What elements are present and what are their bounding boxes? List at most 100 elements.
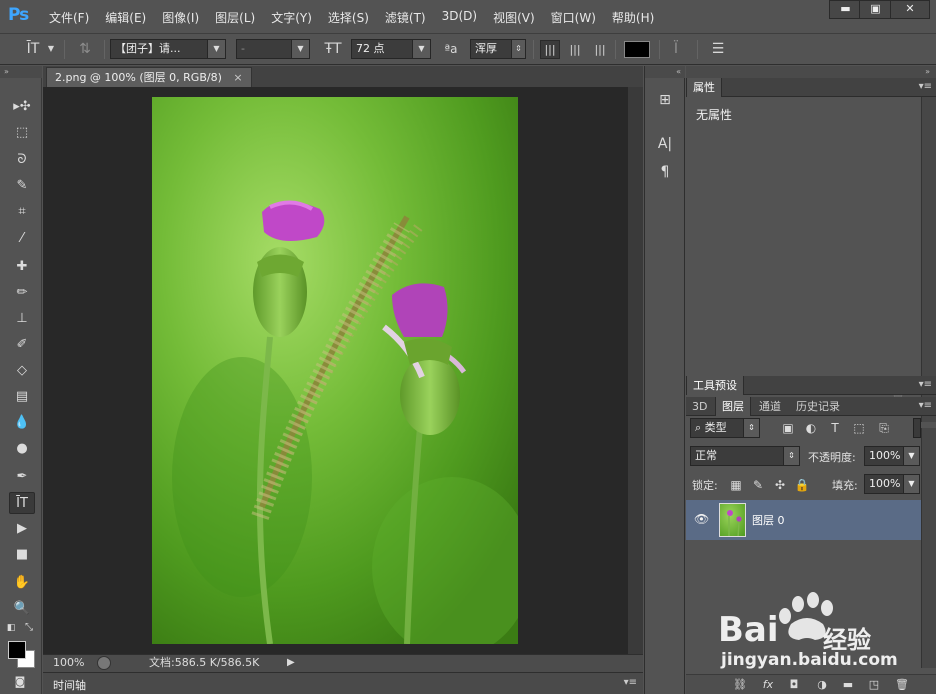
dodge-tool-icon[interactable]: ● [9,438,35,460]
filter-pixel-icon[interactable]: ▣ [780,420,796,436]
align-left-icon[interactable]: ||| [540,40,560,59]
tool-presets-icon[interactable]: ⊞ [654,90,676,110]
quick-mask-icon[interactable]: ◙ [9,673,31,691]
crop-tool-icon[interactable]: ⌗ [9,201,35,223]
marquee-tool-icon[interactable]: ⬚ [9,122,35,144]
rectangle-tool-icon[interactable]: ■ [9,544,35,566]
expand-icon[interactable]: « [645,66,685,78]
tab-3d[interactable]: 3D [686,397,713,416]
type-tool-preset-icon[interactable]: ĪT [22,39,44,59]
menu-view[interactable]: 视图(V) [493,9,535,26]
maximize-button[interactable]: ▣ [859,0,892,19]
new-layer-icon[interactable]: ◳ [866,677,882,693]
properties-scrollbar[interactable] [921,97,936,422]
filter-smart-object-icon[interactable]: ⎘ [876,420,892,436]
zoom-level[interactable]: 100% [53,655,84,671]
align-center-icon[interactable]: ||| [565,40,585,60]
menu-layer[interactable]: 图层(L) [215,9,255,26]
text-orientation-icon[interactable]: ⇅ [74,39,96,59]
preset-dropdown-icon[interactable]: ▼ [46,39,56,59]
adjustment-layer-icon[interactable]: ◑ [814,677,830,693]
menu-select[interactable]: 选择(S) [328,9,369,26]
trash-icon[interactable]: 🗑 [894,677,910,693]
collapse-icon[interactable]: » [686,66,936,78]
menu-window[interactable]: 窗口(W) [551,9,596,26]
lasso-tool-icon[interactable]: ᘐ [9,149,35,171]
history-brush-tool-icon[interactable]: ✐ [9,334,35,356]
healing-brush-tool-icon[interactable]: ✚ [9,256,35,278]
close-icon[interactable]: × [233,71,242,84]
filter-type-icon[interactable]: T [827,420,843,436]
layer-style-icon[interactable]: fx [760,677,776,693]
lock-pixels-icon[interactable]: ✎ [750,477,766,493]
timeline-tab[interactable]: 时间轴 [53,677,86,693]
panel-menu-icon[interactable]: ▾≡ [919,81,932,92]
layers-scrollbar[interactable] [921,428,936,668]
status-info-icon[interactable] [97,656,111,670]
filter-toggle[interactable] [913,418,921,438]
document-tab[interactable]: 2.png @ 100% (图层 0, RGB/8) × [46,67,252,87]
filter-shape-icon[interactable]: ⬚ [851,420,867,436]
tab-channels[interactable]: 通道 [753,397,787,416]
gradient-tool-icon[interactable]: ▤ [9,386,35,408]
blend-mode-select[interactable]: 正常 ⇕ [690,446,800,466]
tab-properties[interactable]: 属性 [686,78,722,97]
menu-filter[interactable]: 滤镜(T) [385,9,426,26]
minimize-button[interactable]: ▬ [829,0,862,19]
font-family-select[interactable]: 【团子】请... ▼ [110,39,226,59]
eraser-tool-icon[interactable]: ◇ [9,360,35,382]
font-size-select[interactable]: 72 点 ▼ [351,39,431,59]
default-colors-icon[interactable]: ◧ [4,621,18,635]
menu-image[interactable]: 图像(I) [162,9,199,26]
lock-position-icon[interactable]: ✣ [772,477,788,493]
text-color-swatch[interactable] [624,41,650,58]
character-icon[interactable]: A| [654,134,676,154]
image-canvas[interactable] [152,97,518,644]
lock-transparent-icon[interactable]: ▦ [728,477,744,493]
character-panel-icon[interactable]: ☰ [707,39,729,59]
layer-filter-select[interactable]: ⌕ 类型 ⇕ [690,418,760,438]
panel-menu-icon[interactable]: ▾≡ [919,379,932,390]
filter-adjustment-icon[interactable]: ◐ [803,420,819,436]
layer-row[interactable]: 👁 图层 0 [686,500,921,540]
menu-help[interactable]: 帮助(H) [612,9,654,26]
tab-tool-presets[interactable]: 工具预设 [686,376,744,395]
panel-menu-icon[interactable]: ▾≡ [919,400,932,411]
zoom-tool-icon[interactable]: 🔍 [9,598,35,620]
eyedropper-tool-icon[interactable]: ⁄ [9,228,35,250]
quick-select-tool-icon[interactable]: ✎ [9,175,35,197]
eye-icon[interactable]: 👁 [694,512,709,526]
type-tool-icon[interactable]: ĪT [9,492,35,514]
menu-edit[interactable]: 编辑(E) [105,9,146,26]
blur-tool-icon[interactable]: 💧 [9,412,35,434]
path-selection-tool-icon[interactable]: ▶ [9,518,35,540]
font-style-select[interactable]: - ▼ [236,39,310,59]
menu-type[interactable]: 文字(Y) [271,9,312,26]
status-menu-arrow-icon[interactable]: ▶ [287,655,295,671]
foreground-color-swatch[interactable] [8,641,26,659]
antialias-select[interactable]: 浑厚 ⇕ [470,39,526,59]
hand-tool-icon[interactable]: ✋ [9,572,35,594]
paragraph-icon[interactable]: ¶ [654,162,676,182]
opacity-input[interactable]: 100% ▼ [864,446,920,466]
swap-colors-icon[interactable]: ⤡ [22,621,36,635]
close-button[interactable]: ✕ [890,0,930,19]
warp-text-icon[interactable]: Ϊ [666,39,686,59]
layer-name[interactable]: 图层 0 [752,512,785,528]
pen-tool-icon[interactable]: ✒ [9,466,35,488]
clone-stamp-tool-icon[interactable]: ⊥ [9,308,35,330]
panel-menu-icon[interactable]: ▾≡ [624,677,637,688]
tab-layers[interactable]: 图层 [715,397,751,416]
lock-all-icon[interactable]: 🔒 [794,477,810,493]
add-mask-icon[interactable]: ◘ [786,677,802,693]
new-group-icon[interactable]: ▬ [840,677,856,693]
menu-3d[interactable]: 3D(D) [442,9,477,26]
align-right-icon[interactable]: ||| [590,40,610,60]
vertical-scrollbar[interactable] [628,87,643,654]
brush-tool-icon[interactable]: ✏ [9,282,35,304]
collapse-icon[interactable]: » [0,66,42,78]
move-tool-icon[interactable]: ▸✣ [9,96,35,118]
fill-input[interactable]: 100% ▼ [864,474,920,494]
tab-history[interactable]: 历史记录 [790,397,846,416]
link-layers-icon[interactable]: ⛓ [732,677,748,693]
